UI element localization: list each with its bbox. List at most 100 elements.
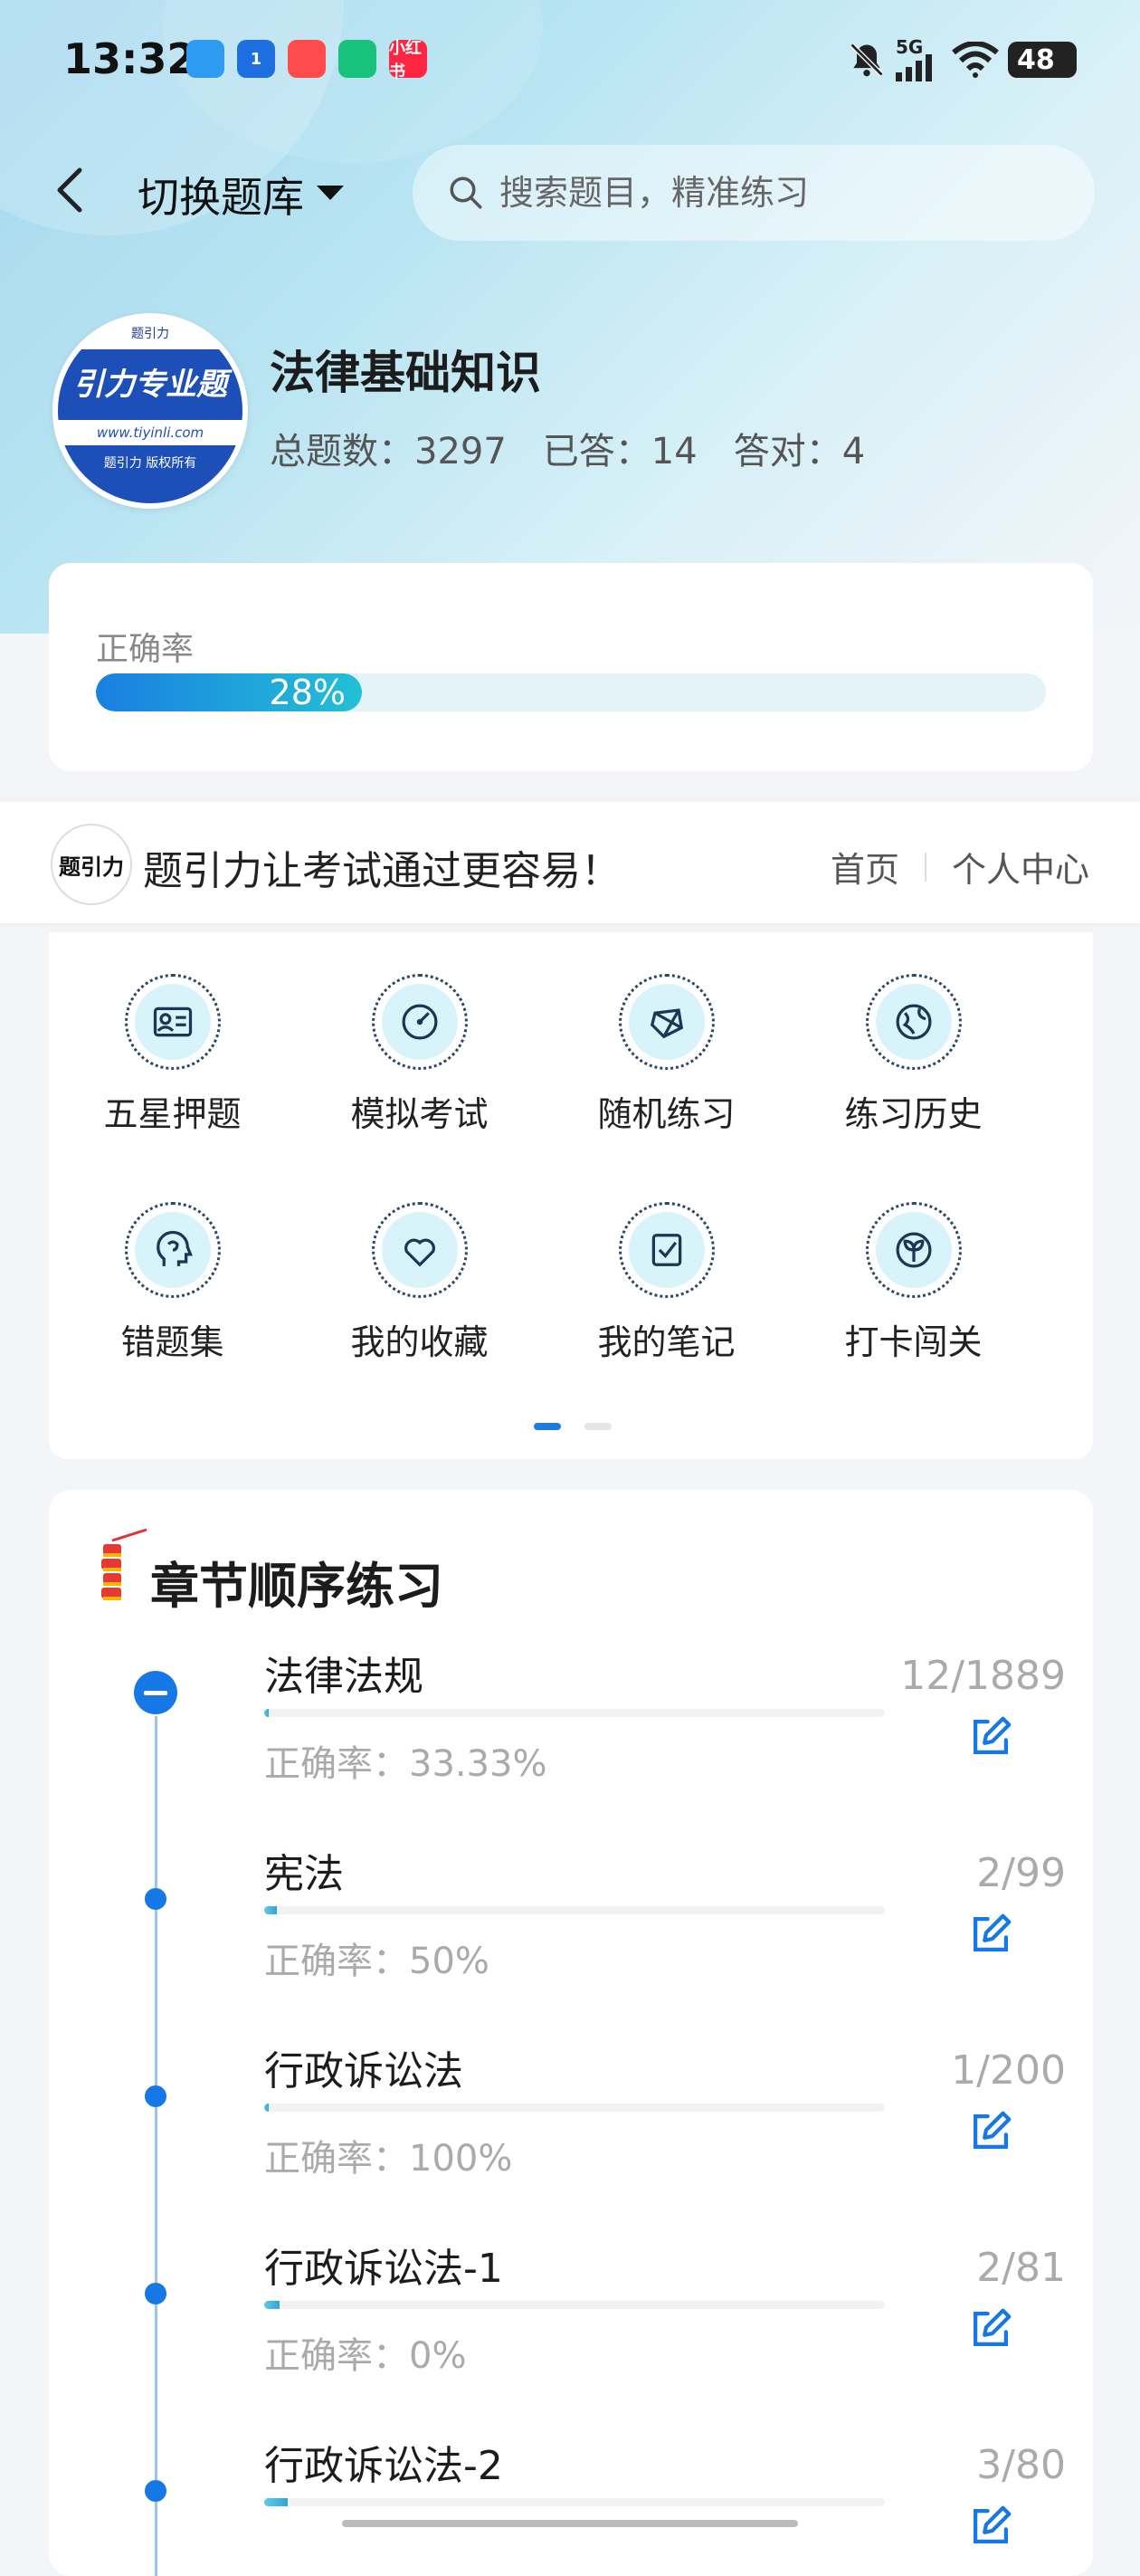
chapter-count: 2/81 <box>976 2245 1066 2291</box>
firecracker-icon <box>101 1528 147 1600</box>
accuracy-bar-fill: 28% <box>96 673 362 711</box>
logo-top-text: 题引力 <box>58 319 242 349</box>
chapter-count: 12/1889 <box>900 1653 1066 1699</box>
logo-url-text: www.tiyinli.com <box>58 420 242 445</box>
feature-label: 模拟考试 <box>350 1094 489 1134</box>
status-bar: 13:32 1 小红书 5G 48 <box>0 0 1140 123</box>
chapter-progress-fill <box>264 2104 270 2112</box>
search-bar[interactable] <box>413 145 1095 241</box>
chapter-progress-bar <box>264 2498 885 2506</box>
feature-note-check[interactable]: 我的笔记 <box>543 1202 790 1364</box>
feature-label: 打卡闯关 <box>844 1322 983 1362</box>
timeline-node <box>145 2085 166 2107</box>
green-app-icon <box>338 40 376 78</box>
back-arrow-icon[interactable] <box>49 163 94 217</box>
note-check-icon <box>618 1202 715 1298</box>
timeline-line <box>155 1716 157 2576</box>
chapter-progress-fill <box>264 1709 270 1717</box>
caret-down-icon <box>317 186 344 200</box>
timeline-node <box>145 2480 166 2502</box>
slogan-banner: 题引力 题引力让考试通过更容易！ 首页 个人中心 <box>0 802 1140 923</box>
id-card-icon <box>124 974 221 1070</box>
search-input[interactable] <box>498 172 1044 214</box>
accuracy-bar: 28% <box>96 673 1046 711</box>
chapter-accuracy: 正确率：33.33% <box>264 1743 547 1785</box>
wifi-icon <box>952 42 999 78</box>
feature-heart[interactable]: 我的收藏 <box>296 1202 543 1364</box>
brand-logo: 题引力 <box>51 824 132 905</box>
chapter-title: 法律法规 <box>264 1654 423 1700</box>
home-indicator[interactable] <box>342 2520 798 2527</box>
chapter-title: 行政诉讼法-2 <box>264 2443 503 2489</box>
hotspot-app-icon: 1 <box>237 40 275 78</box>
edit-icon[interactable] <box>966 2502 1015 2551</box>
feature-id-card[interactable]: 五星押题 <box>49 974 296 1136</box>
switch-bank-button[interactable]: 切换题库 <box>138 165 344 224</box>
feature-speedometer[interactable]: 模拟考试 <box>296 974 543 1136</box>
bank-title: 法律基础知识 <box>270 347 541 399</box>
edit-icon[interactable] <box>966 2304 1015 2353</box>
feature-label: 练习历史 <box>844 1094 983 1134</box>
accuracy-label: 正确率 <box>96 631 195 668</box>
switch-bank-label: 切换题库 <box>138 173 304 222</box>
chapter-progress-fill <box>264 2301 280 2309</box>
chapter-progress-bar <box>264 1709 885 1717</box>
chapter-count: 2/99 <box>976 1850 1066 1896</box>
chapter-progress-bar <box>264 2104 885 2112</box>
chapter-count: 3/80 <box>976 2442 1066 2488</box>
heart-icon <box>371 1202 468 1298</box>
timeline-node <box>145 1888 166 1910</box>
page-dot <box>584 1423 612 1430</box>
chapter-progress-bar <box>264 2301 885 2309</box>
edit-icon[interactable] <box>966 2107 1015 2156</box>
feature-label: 错题集 <box>120 1322 224 1362</box>
status-time: 13:32 <box>63 34 196 83</box>
feature-label: 随机练习 <box>597 1094 736 1134</box>
stat-total: 总题数：3297 <box>270 431 507 472</box>
stat-answered: 已答：14 <box>542 431 698 472</box>
search-icon <box>450 177 482 209</box>
slogan-text: 题引力让考试通过更容易！ <box>143 848 621 894</box>
message-app-icon <box>186 40 224 78</box>
chapter-progress-bar <box>264 1906 885 1914</box>
battery-level: 48 <box>1017 43 1055 76</box>
feature-grid: 五星押题 模拟考试 随机练习 练习历史错题集 我的收藏 我的笔记 打卡闯关 <box>49 932 1093 1459</box>
logo-main-text: 引力专业题 <box>58 349 242 420</box>
bank-logo: 题引力 引力专业题 www.tiyinli.com 题引力 版权所有 <box>52 313 248 509</box>
accuracy-card: 正确率 28% <box>49 563 1093 771</box>
chapter-accuracy: 正确率：50% <box>264 1941 489 1982</box>
chapter-title: 宪法 <box>264 1851 344 1897</box>
page-indicator <box>534 1423 612 1430</box>
feature-label: 五星押题 <box>103 1094 242 1134</box>
speedometer-icon <box>371 974 468 1070</box>
bank-stats: 总题数：3297 已答：14 答对：4 <box>270 422 865 474</box>
head-icon <box>124 1202 221 1298</box>
edit-icon[interactable] <box>966 1713 1015 1761</box>
feature-network[interactable]: 随机练习 <box>543 974 790 1136</box>
profile-link[interactable]: 个人中心 <box>952 842 1089 892</box>
feature-globe[interactable]: 练习历史 <box>790 974 1037 1136</box>
chapter-count: 1/200 <box>951 2047 1066 2094</box>
feature-label: 我的笔记 <box>597 1322 736 1362</box>
chapter-title: 行政诉讼法 <box>264 2048 463 2094</box>
accuracy-value: 28% <box>269 673 346 711</box>
chapter-progress-fill <box>264 1906 277 1914</box>
timeline-node <box>145 2283 166 2304</box>
link-divider <box>924 852 926 882</box>
globe-icon <box>865 974 962 1070</box>
chapter-accuracy: 正确率：100% <box>264 2138 513 2180</box>
chapter-section-title: 章节顺序练习 <box>150 1558 443 1615</box>
banner-links: 首页 个人中心 <box>831 842 1089 892</box>
chapter-title: 行政诉讼法-1 <box>264 2246 503 2292</box>
pdd-app-icon <box>288 40 326 78</box>
network-icon <box>618 974 715 1070</box>
leaf-icon <box>865 1202 962 1298</box>
chapter-progress-fill <box>264 2498 288 2506</box>
feature-head[interactable]: 错题集 <box>49 1202 296 1364</box>
edit-icon[interactable] <box>966 1910 1015 1959</box>
collapse-node-icon[interactable] <box>134 1671 177 1714</box>
feature-leaf[interactable]: 打卡闯关 <box>790 1202 1037 1364</box>
home-link[interactable]: 首页 <box>831 842 899 892</box>
chapter-accuracy: 正确率：0% <box>264 2335 467 2377</box>
stat-correct: 答对：4 <box>733 431 866 472</box>
